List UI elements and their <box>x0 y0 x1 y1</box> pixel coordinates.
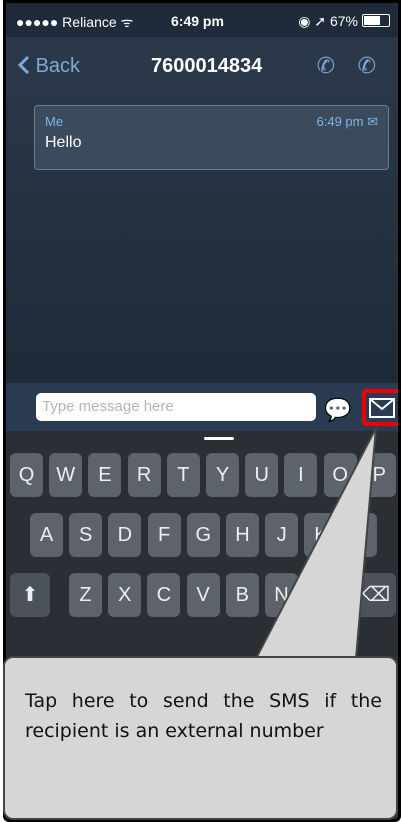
compose-bar: Type message here 💬 <box>6 383 398 431</box>
key-g[interactable]: G <box>186 513 220 557</box>
key-m[interactable]: M <box>304 573 338 617</box>
envelope-icon <box>369 397 395 418</box>
key-q[interactable]: Q <box>10 453 43 497</box>
message-sender: Me <box>45 114 64 129</box>
key-v[interactable]: V <box>186 573 220 617</box>
key-w[interactable]: W <box>49 453 83 497</box>
battery-status: ◉ ➚ 67% <box>298 13 390 30</box>
message-area: Me 6:49 pm ✉ Hello <box>6 93 398 383</box>
key-r[interactable]: R <box>127 453 161 497</box>
key-f[interactable]: F <box>147 513 181 557</box>
phone-icon[interactable]: ✆ <box>358 53 376 79</box>
message-text: Hello <box>45 134 82 151</box>
video-call-icon[interactable]: ✆ <box>317 53 335 79</box>
key-b[interactable]: B <box>225 573 259 617</box>
key-c[interactable]: C <box>147 573 181 617</box>
key-y[interactable]: Y <box>206 453 239 497</box>
key-p[interactable]: P <box>362 453 396 497</box>
nav-bar: Back 7600014834 ✆ ✆ <box>6 37 398 93</box>
key-z[interactable]: Z <box>69 573 102 617</box>
key-n[interactable]: N <box>265 573 298 617</box>
key-j[interactable]: J <box>265 513 299 557</box>
key-e[interactable]: E <box>88 453 122 497</box>
status-bar: ●●●●● Reliance ᯤ 6:49 pm ◉ ➚ 67% <box>6 3 398 37</box>
key-s[interactable]: S <box>69 513 103 557</box>
key-a[interactable]: A <box>30 513 63 557</box>
key-k[interactable]: K <box>304 513 338 557</box>
key-u[interactable]: U <box>245 453 279 497</box>
key-o[interactable]: O <box>323 453 357 497</box>
key-d[interactable]: D <box>108 513 142 557</box>
callout-box: Tap here to send the SMS if the recipien… <box>3 656 398 820</box>
key-l[interactable]: L <box>343 513 377 557</box>
battery-icon <box>362 14 390 27</box>
status-time: 6:49 pm <box>171 13 224 29</box>
key-t[interactable]: T <box>166 453 200 497</box>
message-time: 6:49 pm ✉ <box>316 114 379 129</box>
send-sms-button[interactable] <box>362 389 398 426</box>
message-bubble: Me 6:49 pm ✉ Hello <box>34 105 389 170</box>
shift-key[interactable]: ⬆ <box>10 573 50 617</box>
chevron-left-icon <box>17 55 30 75</box>
key-h[interactable]: H <box>226 513 259 557</box>
backspace-key[interactable]: ⌫ <box>356 573 396 617</box>
back-button[interactable]: Back <box>17 55 80 78</box>
chat-bubble-icon[interactable]: 💬 <box>324 397 351 423</box>
carrier: ●●●●● Reliance ᯤ <box>16 14 134 30</box>
key-x[interactable]: X <box>108 573 142 617</box>
keyboard-handle[interactable] <box>204 437 234 440</box>
message-input[interactable]: Type message here <box>36 393 316 421</box>
contact-number: 7600014834 <box>151 55 263 77</box>
key-i[interactable]: I <box>284 453 318 497</box>
